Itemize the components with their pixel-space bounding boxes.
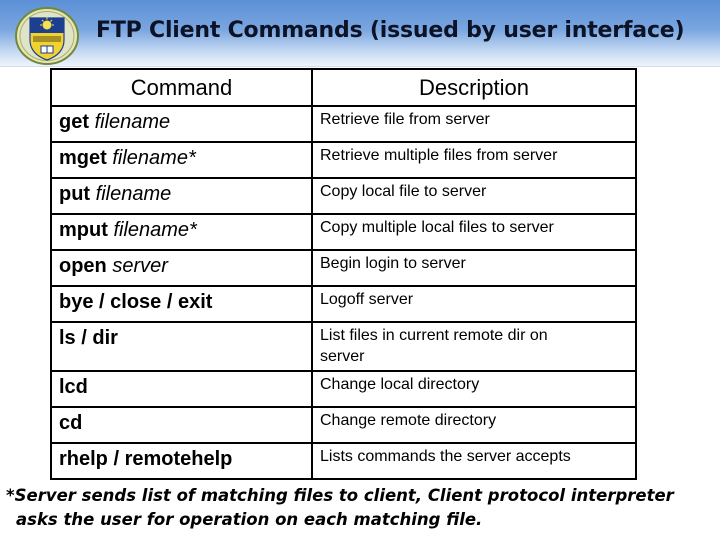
command-keyword: bye / close / exit <box>59 291 213 313</box>
description-cell: Logoff server <box>311 285 637 323</box>
command-keyword: open <box>59 255 107 277</box>
command-keyword: ls / dir <box>59 327 118 349</box>
command-cell: ls / dir <box>50 321 313 372</box>
command-argument: filename <box>94 111 171 133</box>
table-row: ls / dir List files in current remote dir… <box>50 321 637 372</box>
header-divider <box>0 66 720 67</box>
column-header-description: Description <box>311 68 637 107</box>
description-cell: Change local directory <box>311 370 637 408</box>
command-cell: get filename <box>50 105 313 143</box>
command-argument: filename* <box>112 147 196 169</box>
description-cell: List files in current remote dir on serv… <box>311 321 637 372</box>
description-cell: Copy multiple local files to server <box>311 213 637 251</box>
table-row: get filename Retrieve file from server <box>50 105 637 143</box>
column-header-command: Command <box>50 68 313 107</box>
description-cell: Copy local file to server <box>311 177 637 215</box>
command-cell: bye / close / exit <box>50 285 313 323</box>
table-row: rhelp / remotehelp Lists commands the ser… <box>50 442 637 480</box>
table-row: open server Begin login to server <box>50 249 637 287</box>
command-keyword: get <box>59 111 89 133</box>
description-cell: Retrieve multiple files from server <box>311 141 637 179</box>
command-argument: server <box>112 255 168 277</box>
slide-title: FTP Client Commands (issued by user inte… <box>96 18 685 43</box>
table-row: mput filename* Copy multiple local files … <box>50 213 637 251</box>
table-row: put filename Copy local file to server <box>50 177 637 215</box>
command-cell: mget filename* <box>50 141 313 179</box>
command-cell: cd <box>50 406 313 444</box>
table-row: cd Change remote directory <box>50 406 637 444</box>
table-row: lcd Change local directory <box>50 370 637 408</box>
command-argument: filename <box>95 183 172 205</box>
footnote-line-2: asks the user for operation on each matc… <box>16 510 483 529</box>
command-cell: mput filename* <box>50 213 313 251</box>
command-keyword: mget <box>59 147 107 169</box>
description-cell: Change remote directory <box>311 406 637 444</box>
description-cell: Retrieve file from server <box>311 105 637 143</box>
command-cell: open server <box>50 249 313 287</box>
command-keyword: mput <box>59 219 108 241</box>
ftp-commands-table: Command Description get filename Retrieve… <box>50 68 637 480</box>
footnote: *Server sends list of matching files to … <box>6 484 720 532</box>
description-cell: Lists commands the server accepts <box>311 442 637 480</box>
university-crest-icon <box>14 6 80 66</box>
footnote-line-1: *Server sends list of matching files to … <box>6 486 674 505</box>
table-row: bye / close / exit Logoff server <box>50 285 637 323</box>
description-cell: Begin login to server <box>311 249 637 287</box>
command-keyword: put <box>59 183 91 205</box>
table-row: mget filename* Retrieve multiple files fr… <box>50 141 637 179</box>
command-keyword: cd <box>59 412 83 434</box>
command-argument: filename* <box>113 219 197 241</box>
command-cell: rhelp / remotehelp <box>50 442 313 480</box>
command-cell: put filename <box>50 177 313 215</box>
command-keyword: lcd <box>59 376 88 398</box>
command-cell: lcd <box>50 370 313 408</box>
command-keyword: rhelp / remotehelp <box>59 448 233 470</box>
